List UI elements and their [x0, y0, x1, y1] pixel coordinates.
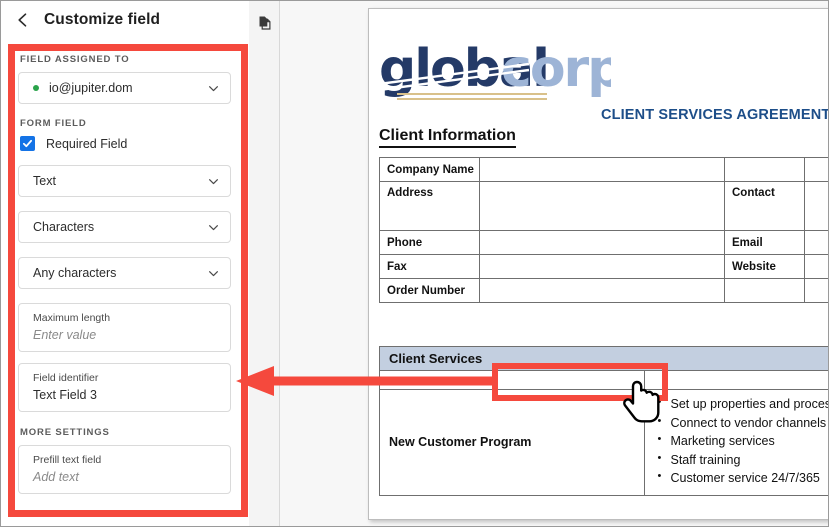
- client-information-table: Company Name Address Contact Phone Email…: [379, 157, 829, 303]
- back-button[interactable]: [14, 11, 32, 29]
- field-type-select[interactable]: Text: [18, 165, 231, 197]
- prefill-text-input[interactable]: Add text: [33, 470, 218, 484]
- services-header-label: Client Services: [379, 346, 829, 371]
- row-value[interactable]: [479, 181, 725, 231]
- services-subrow: [379, 370, 829, 390]
- row-right-value[interactable]: [804, 157, 829, 182]
- row-label: Company Name: [379, 157, 480, 182]
- prefill-text-label: Prefill text field: [33, 454, 102, 466]
- row-label: Fax: [379, 254, 480, 279]
- list-item: Connect to vendor channels: [657, 413, 829, 433]
- services-bullet-cell: Set up properties and processes Connect …: [643, 389, 829, 496]
- services-sub-label: [379, 370, 645, 390]
- prefill-text-field[interactable]: Prefill text field Add text: [18, 445, 231, 494]
- row-right-label: Email: [724, 230, 805, 255]
- table-row: New Customer Program Set up properties a…: [379, 389, 829, 496]
- row-right-value[interactable]: [804, 230, 829, 255]
- client-services-table: Client Services New Customer Program Set…: [379, 346, 829, 496]
- limit-type-select[interactable]: Characters: [18, 211, 231, 243]
- table-row: Order Number: [379, 278, 829, 303]
- screenshot-root: Customize field FIELD ASSIGNED TO io@jup…: [0, 0, 829, 527]
- client-information-heading: Client Information: [379, 127, 516, 148]
- field-assigned-to-label: FIELD ASSIGNED TO: [20, 54, 130, 65]
- row-value[interactable]: [479, 230, 725, 255]
- limit-type-value: Characters: [33, 220, 95, 234]
- services-row-label: New Customer Program: [379, 389, 645, 496]
- panel-header: Customize field: [0, 0, 249, 40]
- document-viewer: global corp CLIENT SERVICES AGREEMENT Cl…: [280, 0, 829, 527]
- required-field-checkbox-row[interactable]: Required Field: [20, 136, 231, 151]
- maximum-length-field[interactable]: Maximum length Enter value: [18, 303, 231, 352]
- table-row: Address Contact: [379, 181, 829, 231]
- chevron-down-icon: [208, 224, 219, 230]
- page-title: Customize field: [44, 11, 161, 28]
- left-rail: [249, 0, 280, 527]
- field-identifier-label: Field identifier: [33, 372, 99, 384]
- table-row: Fax Website: [379, 254, 829, 279]
- field-identifier-input[interactable]: Text Field 3: [33, 388, 218, 402]
- agreement-title: CLIENT SERVICES AGREEMENT: [601, 107, 829, 123]
- chevron-down-icon: [208, 85, 219, 91]
- row-label: Order Number: [379, 278, 480, 303]
- row-right-value[interactable]: [804, 254, 829, 279]
- services-header-row: Client Services: [379, 346, 829, 371]
- table-row: Company Name: [379, 157, 829, 182]
- services-bullet-list: Set up properties and processes Connect …: [657, 394, 829, 488]
- globalcorp-logo: global corp: [378, 39, 624, 104]
- row-right-value[interactable]: [804, 181, 829, 231]
- table-row: Phone Email: [379, 230, 829, 255]
- row-label: Address: [379, 181, 480, 231]
- list-item: Marketing services: [657, 431, 829, 451]
- panel-body: FIELD ASSIGNED TO io@jupiter.dom FORM FI…: [0, 40, 249, 527]
- field-identifier-field[interactable]: Field identifier Text Field 3: [18, 363, 231, 412]
- row-value[interactable]: [479, 254, 725, 279]
- row-value[interactable]: [479, 157, 725, 182]
- recipient-status-dot: [33, 85, 39, 91]
- document-page: global corp CLIENT SERVICES AGREEMENT Cl…: [368, 8, 829, 520]
- row-right-label: Website: [724, 254, 805, 279]
- character-rule-value: Any characters: [33, 266, 117, 280]
- field-type-value: Text: [33, 174, 56, 188]
- character-rule-select[interactable]: Any characters: [18, 257, 231, 289]
- required-field-label: Required Field: [46, 136, 128, 151]
- row-label: Phone: [379, 230, 480, 255]
- more-settings-label: MORE SETTINGS: [20, 427, 110, 438]
- services-sub-value[interactable]: [643, 370, 829, 390]
- customize-field-panel: Customize field FIELD ASSIGNED TO io@jup…: [0, 0, 249, 527]
- row-right-value[interactable]: [804, 278, 829, 303]
- maximum-length-input[interactable]: Enter value: [33, 328, 218, 342]
- list-item: Customer service 24/7/365: [657, 468, 829, 488]
- row-value[interactable]: [479, 278, 725, 303]
- assigned-recipient-select[interactable]: io@jupiter.dom: [18, 72, 231, 104]
- pages-thumbnail-icon[interactable]: [257, 15, 273, 31]
- check-icon: [22, 139, 33, 148]
- row-right-label: Contact: [724, 181, 805, 231]
- maximum-length-label: Maximum length: [33, 312, 111, 324]
- row-right-label: [724, 157, 805, 182]
- chevron-left-icon: [18, 13, 27, 27]
- form-field-label: FORM FIELD: [20, 118, 87, 129]
- assigned-recipient-value: io@jupiter.dom: [49, 81, 133, 95]
- row-right-label: [724, 278, 805, 303]
- list-item: Set up properties and processes: [657, 394, 829, 414]
- chevron-down-icon: [208, 178, 219, 184]
- list-item: Staff training: [657, 450, 829, 470]
- required-field-checkbox[interactable]: [20, 136, 35, 151]
- chevron-down-icon: [208, 270, 219, 276]
